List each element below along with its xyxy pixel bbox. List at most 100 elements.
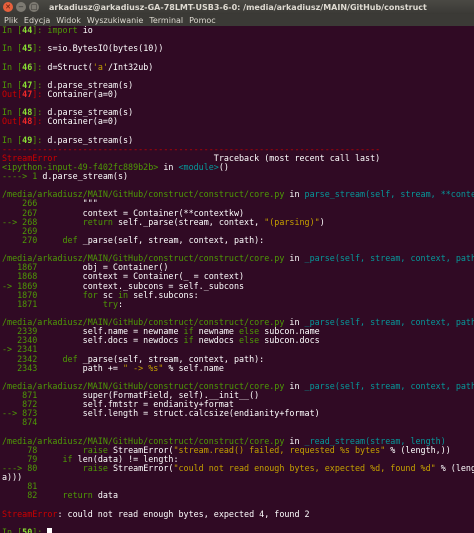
terminal-text: import [47, 26, 78, 35]
terminal-text: : could not read enough bytes, expected … [57, 508, 310, 519]
terminal-text: 'a' [92, 61, 108, 72]
terminal-line: 270 def _parse(self, stream, context, pa… [2, 234, 474, 245]
terminal-text: "(parsing)" [264, 216, 320, 227]
terminal-text: _parse [304, 253, 335, 264]
terminal-text: In [ [2, 61, 23, 72]
terminal-text: Container(a=0) [47, 116, 118, 127]
terminal-line: StreamError: could not read enough bytes… [2, 508, 474, 519]
terminal-text: Container(a=0) [47, 88, 118, 99]
terminal-text: () [218, 161, 229, 172]
terminal-text: % (length,)) [385, 444, 451, 455]
terminal-line: Out[47]: Container(a=0) [2, 88, 474, 99]
terminal-text: d=Struct( [47, 61, 93, 72]
terminal-line: --> 873 self.length = struct.calcsize(en… [2, 409, 474, 418]
terminal-text: /Int32ub) [107, 61, 154, 72]
terminal-text: in [284, 380, 305, 391]
terminal-text: 46 [22, 61, 33, 72]
terminal-text: ]: [32, 88, 48, 99]
menu-terminal[interactable]: Terminal [148, 16, 184, 25]
terminal-cursor [47, 528, 53, 533]
terminal-text: StreamError( [107, 463, 174, 473]
terminal-text: % (length, len(dat [440, 463, 474, 473]
terminal-line: 2343 path += " -> %s" % self.name [2, 362, 474, 373]
terminal-text: % self.name [163, 362, 224, 373]
terminal-output[interactable]: In [44]: import io In [45]: s=io.BytesIO(… [0, 26, 474, 533]
terminal-text: Out[ [2, 88, 23, 99]
terminal-text: data [92, 490, 118, 501]
terminal-text: 2343 [2, 362, 43, 373]
terminal-text: "could not read enough bytes, expected %… [173, 463, 436, 473]
menu-widok[interactable]: Widok [55, 16, 82, 25]
terminal-text: ]: [32, 526, 48, 533]
maximize-window-button[interactable]: □ [29, 2, 39, 12]
terminal-line: ---> 80 raise StreamError("could not rea… [2, 463, 474, 473]
terminal-text: s=io.BytesIO(bytes(10)) [47, 43, 164, 54]
terminal-line: 1871 try: [2, 298, 474, 309]
terminal-text: return [62, 490, 93, 501]
terminal-text: d.parse_stream(s) [42, 171, 129, 181]
terminal-text: newdocs [193, 335, 240, 346]
terminal-text: self.length = struct.calcsize(endianity+… [42, 408, 320, 419]
terminal-text: _parse(self, stream, context, path): [77, 234, 265, 245]
terminal-text: ]: [32, 116, 48, 127]
terminal-line: In [45]: s=io.BytesIO(bytes(10)) [2, 44, 474, 53]
terminal-text: _parse [304, 380, 335, 391]
terminal-text: Out[ [2, 116, 23, 127]
terminal-text: else [239, 335, 260, 346]
terminal-text: try [102, 298, 118, 309]
menu-wyszukiwanie[interactable]: Wyszukiwanie [86, 16, 144, 25]
terminal-text: in [284, 253, 305, 264]
minimize-window-button[interactable]: − [16, 2, 26, 12]
menu-plik[interactable]: Plik [3, 16, 19, 25]
window-controls: ✕ − □ [3, 2, 39, 12]
terminal-text: (self, stream, **contextkw) [365, 189, 474, 200]
terminal-text: In [ [2, 43, 23, 54]
terminal-text: ]: [32, 61, 48, 72]
maximize-icon: □ [30, 2, 38, 11]
terminal-line: --> 268 return self._parse(stream, conte… [2, 216, 474, 227]
window-titlebar: ✕ − □ arkadiusz@arkadiusz-GA-78LMT-USB3-… [0, 0, 474, 14]
close-window-button[interactable]: ✕ [3, 2, 13, 12]
menu-pomoc[interactable]: Pomoc [188, 16, 217, 25]
terminal-text: if [183, 335, 194, 346]
terminal-text: self.docs = newdocs [42, 335, 184, 346]
terminal-text: self._parse(stream, context, [112, 216, 265, 227]
terminal-text: def [62, 234, 78, 245]
terminal-line: In [50]: [2, 526, 474, 533]
terminal-text: 44 [22, 26, 33, 35]
terminal-text: in [158, 161, 179, 172]
terminal-text: self.subcons: [128, 289, 199, 300]
terminal-line: 874 [2, 418, 474, 427]
terminal-text: <module> [178, 161, 219, 172]
terminal-text: return [82, 216, 113, 227]
terminal-text: In [ [2, 26, 23, 35]
terminal-text: (self, stream, context, path) [334, 380, 474, 391]
terminal-text: 270 [2, 234, 43, 245]
terminal-text: 47 [22, 88, 33, 99]
terminal-line: 82 return data [2, 491, 474, 500]
terminal-text: io [77, 26, 93, 35]
terminal-text: In [ [2, 526, 23, 533]
terminal-text: StreamError [2, 508, 58, 519]
terminal-line: Out[48]: Container(a=0) [2, 117, 474, 126]
terminal-text: 50 [22, 526, 33, 533]
terminal-text: subcon.docs [259, 335, 320, 346]
minimize-icon: − [18, 2, 24, 11]
terminal-text: parse_stream [304, 189, 366, 200]
terminal-text: : [118, 298, 124, 309]
terminal-text: ]: [32, 26, 48, 35]
menu-bar: Plik Edycja Widok Wyszukiwanie Terminal Pomoc [0, 14, 474, 26]
terminal-text: 874 [2, 417, 43, 428]
menu-edycja[interactable]: Edycja [23, 16, 51, 25]
terminal-text: (self, stream, context, path) [334, 253, 474, 264]
terminal-line: In [46]: d=Struct('a'/Int32ub) [2, 61, 474, 72]
terminal-text: in [284, 189, 305, 200]
terminal-text: (self, stream, context, path) [334, 317, 474, 327]
terminal-line: a))) [2, 473, 474, 482]
terminal-text: raise [82, 463, 108, 473]
